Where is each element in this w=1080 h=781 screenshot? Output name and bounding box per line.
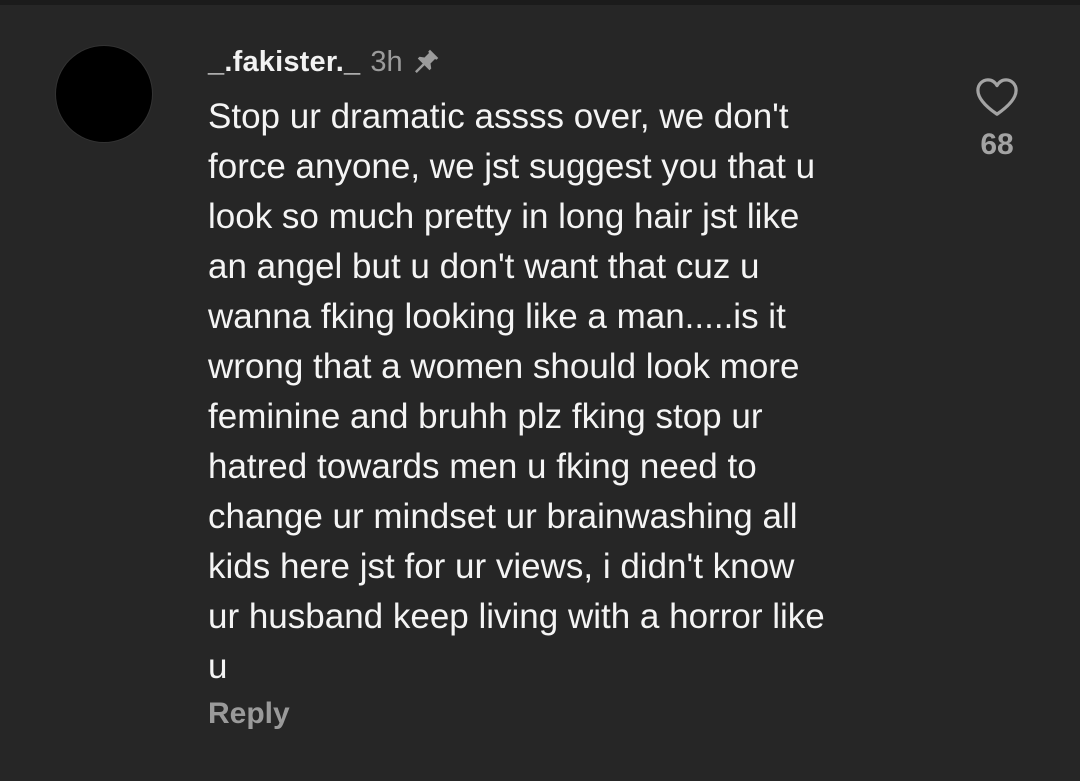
heart-outline-icon[interactable] (974, 76, 1020, 118)
comment-text: Stop ur dramatic assss over, we don't fo… (208, 92, 898, 692)
avatar[interactable] (56, 46, 152, 142)
like-count: 68 (980, 128, 1014, 161)
comment-item: _.fakister._ 3h Stop ur dramatic assss o… (0, 0, 1080, 781)
comment-text-line: u (208, 647, 228, 686)
comment-text-line: look so much pretty in long hair jst lik… (208, 197, 800, 236)
comment-text-line: Stop ur dramatic assss over, we don't (208, 97, 789, 136)
comment-text-line: force anyone, we jst suggest you that u (208, 147, 816, 186)
pin-icon (414, 49, 438, 73)
comment-text-line: wrong that a women should look more (208, 347, 800, 386)
like-control: 68 (966, 76, 1028, 162)
comment-header: _.fakister._ 3h (208, 42, 441, 82)
timestamp: 3h (370, 45, 403, 78)
comment-text-line: ur husband keep living with a horror lik… (208, 597, 825, 636)
username[interactable]: _.fakister._ (208, 46, 360, 79)
comment-text-line: hatred towards men u fking need to (208, 447, 757, 486)
comment-text-line: wanna fking looking like a man.....is it (208, 297, 786, 336)
comment-text-line: kids here jst for ur views, i didn't kno… (208, 547, 795, 586)
comment-text-line: feminine and bruhh plz fking stop ur (208, 397, 763, 436)
reply-button[interactable]: Reply (208, 697, 290, 731)
comment-text-line: change ur mindset ur brainwashing all (208, 497, 798, 536)
comment-text-line: an angel but u don't want that cuz u (208, 247, 760, 286)
